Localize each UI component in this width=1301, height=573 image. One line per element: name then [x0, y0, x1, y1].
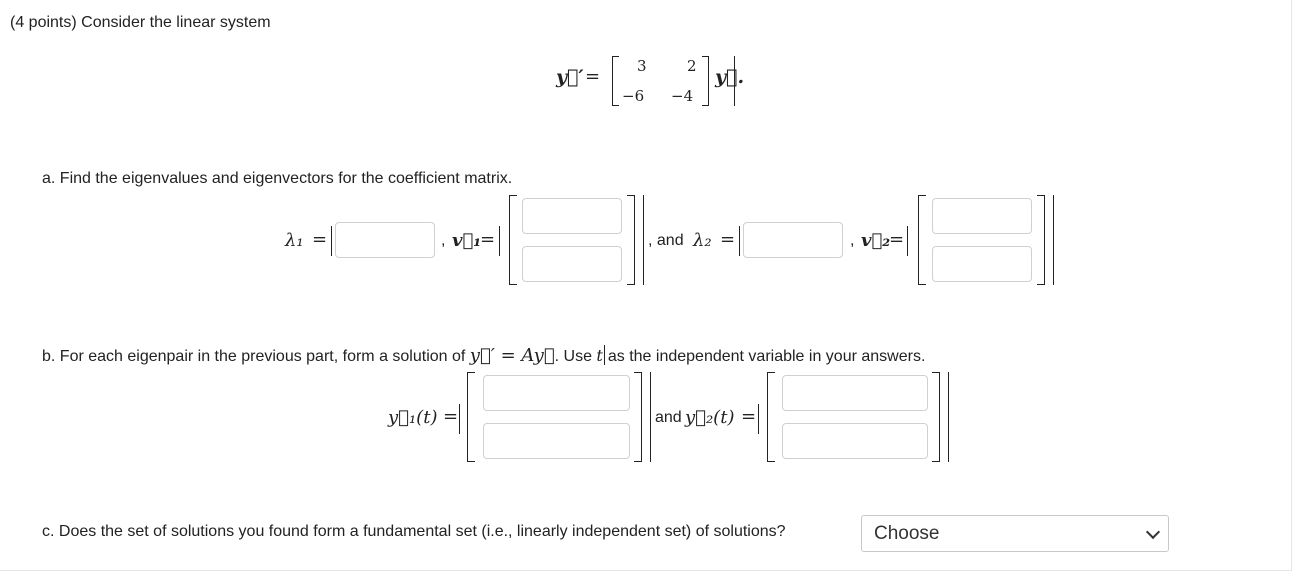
select-value: Choose	[874, 522, 940, 544]
problem-frame	[0, 0, 1292, 571]
input-marker	[739, 226, 740, 256]
text-cursor	[734, 56, 735, 106]
lambda1-label: λ₁	[285, 230, 304, 251]
matrix-right-bracket	[702, 56, 709, 106]
part-a-prompt: a. Find the eigenvalues and eigenvectors…	[42, 170, 513, 187]
y2-left-bracket	[767, 372, 775, 462]
input-marker	[499, 226, 500, 256]
part-c-prompt: c. Does the set of solutions you found f…	[42, 523, 786, 540]
lambda2-input[interactable]	[743, 222, 843, 258]
matrix-left-bracket	[612, 56, 619, 106]
system-rhs: y⃗.	[715, 66, 745, 88]
y2-input-bottom[interactable]	[782, 423, 928, 459]
input-marker	[650, 372, 651, 462]
lambda2-equals: =	[720, 229, 736, 250]
v1-input-top[interactable]	[522, 198, 622, 234]
v2-left-bracket	[918, 195, 926, 285]
v2-input-bottom[interactable]	[932, 246, 1032, 282]
y1-equals: =	[443, 406, 459, 427]
input-marker	[907, 226, 908, 256]
problem-intro: (4 points) Consider the linear system	[10, 14, 271, 31]
and-text-a: , and	[648, 232, 684, 249]
v2-label: v⃗₂	[861, 230, 891, 251]
y2-label: y⃗₂(t)	[685, 407, 735, 428]
lambda1-input[interactable]	[335, 222, 435, 258]
y1-label: y⃗₁(t)	[388, 407, 438, 428]
y1-left-bracket	[467, 372, 475, 462]
part-b-suffix: as the independent variable in your answ…	[607, 348, 926, 365]
part-b-equation: y⃗′ = Ay⃗	[469, 345, 555, 366]
y1-input-bottom[interactable]	[483, 423, 630, 459]
system-equals: =	[585, 66, 601, 87]
v1-input-bottom[interactable]	[522, 246, 622, 282]
y2-input-top[interactable]	[782, 375, 928, 411]
y1-right-bracket	[634, 372, 642, 462]
input-marker	[948, 372, 949, 462]
matrix-cell-2-1: −6	[622, 87, 645, 105]
input-marker	[459, 404, 460, 434]
v1-label: v⃗₁	[452, 230, 482, 251]
part-b-prefix: b. For each eigenpair in the previous pa…	[42, 348, 466, 365]
matrix-cell-1-1: 3	[637, 57, 647, 75]
part-b-variable: t	[596, 346, 603, 365]
v1-left-bracket	[509, 195, 517, 285]
matrix-cell-2-2: −4	[671, 87, 694, 105]
input-marker	[331, 226, 332, 256]
lambda2-label: λ₂	[693, 230, 712, 251]
v2-comma: ,	[850, 232, 855, 249]
input-marker	[643, 195, 644, 285]
matrix-cell-1-2: 2	[687, 57, 697, 75]
text-cursor	[603, 345, 605, 365]
fundamental-set-select[interactable]: Choose	[861, 515, 1169, 552]
v2-input-top[interactable]	[932, 198, 1032, 234]
v2-right-bracket	[1037, 195, 1045, 285]
lambda1-equals: =	[312, 229, 328, 250]
v1-comma: ,	[441, 232, 446, 249]
part-b-mid: . Use	[554, 348, 592, 365]
part-b-prompt: b. For each eigenpair in the previous pa…	[42, 345, 925, 366]
v1-right-bracket	[627, 195, 635, 285]
v2-equals: =	[889, 229, 905, 250]
system-lhs: y⃗′	[556, 66, 584, 88]
and-text-b: and	[655, 409, 682, 426]
input-marker	[758, 404, 759, 434]
input-marker	[1053, 195, 1054, 285]
v1-equals: =	[480, 229, 496, 250]
y1-input-top[interactable]	[483, 375, 630, 411]
y2-right-bracket	[932, 372, 940, 462]
chevron-down-icon	[1145, 524, 1161, 539]
y2-equals: =	[741, 406, 757, 427]
